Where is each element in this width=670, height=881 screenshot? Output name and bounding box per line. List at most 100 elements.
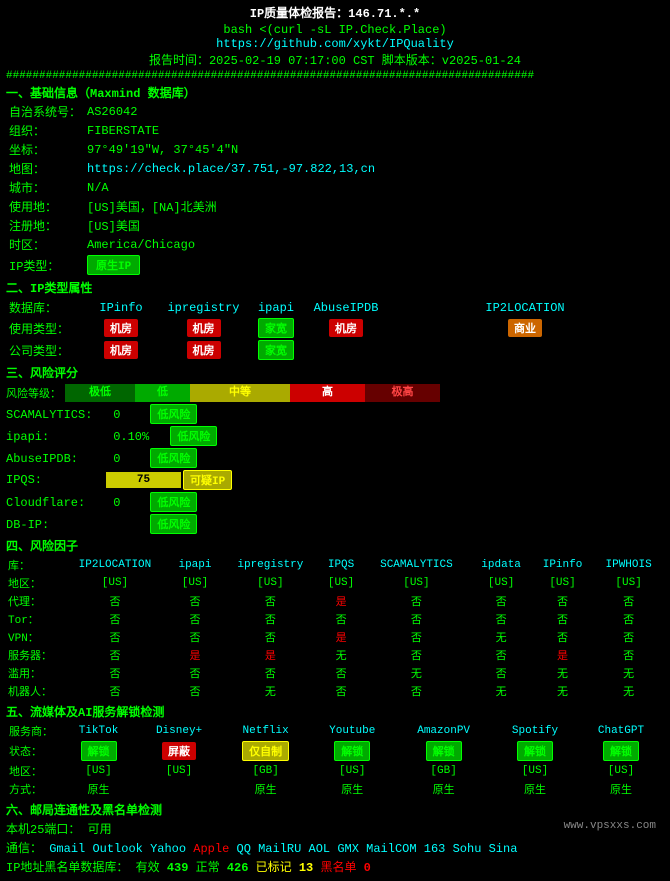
spotify-region: [US] [492,762,578,780]
section5-title: 五、流媒体及AI服务解锁检测 [6,706,164,720]
rf-ip2loc-header: IP2LOCATION [61,556,169,574]
ip2loc-usage: 商业 [386,317,664,339]
rf-scamalytics-tor: 否 [362,610,470,628]
section6-title: 六、邮局连通性及黑名单检测 [6,804,162,818]
rf-ipinfo-header: IPinfo [532,556,593,574]
rf-ipapi-header: ipapi [169,556,221,574]
risk-very-low: 极低 [65,384,135,402]
proxy-label: 代理： [6,592,61,610]
usage-row: 使用地： [US]美国，[NA]北美洲 [6,197,664,216]
outlook-link: Outlook [92,842,142,856]
server-label: 服务器： [6,646,61,664]
rf-ipinfo-proxy: 否 [532,592,593,610]
blacklist-blocked-label: 黑名单 [320,861,363,875]
coord-row: 坐标： 97°49'19"W, 37°45'4"N [6,140,664,159]
rf-ipwhois-proxy: 否 [593,592,664,610]
proxy-row: 代理： 否 否 否 是 否 否 否 否 [6,592,664,610]
ipregistry-company-badge: 机房 [187,341,221,359]
spotify-header: Spotify [492,722,578,740]
apple-link: Apple [193,842,229,856]
chatgpt-header: ChatGPT [578,722,664,740]
media-header-row: 服务商： TikTok Disney+ Netflix Youtube Amaz… [6,722,664,740]
rf-ipwhois-header: IPWHOIS [593,556,664,574]
iptype-label: IP类型： [6,254,84,276]
rf-ipinfo-abuse: 无 [532,664,593,682]
rf-ip2loc-vpn: 否 [61,628,169,646]
rf-ipregistry-server: 是 [221,646,320,664]
abuseipdb-score-badge: 低风险 [150,448,197,468]
rf-scamalytics-server: 否 [362,646,470,664]
scamalytics-score: 0 [113,408,143,422]
abuseipdb-score-label: AbuseIPDB: [6,452,106,466]
blacklist-normal-label: 正常 [196,861,227,875]
mailcom-link: MailCOM [366,842,416,856]
map-label: 地图： [6,159,84,178]
spotify-status: 解锁 [492,740,578,762]
org-value: FIBERSTATE [84,121,664,140]
blacklist-row: IP地址黑名单数据库： 有效 439 正常 426 已标记 13 黑名单 0 [6,858,664,875]
netflix-status: 仅自制 [222,740,309,762]
youtube-region: [US] [309,762,395,780]
ipinfo-usage-badge: 机房 [104,319,138,337]
cmd-text: bash <(curl -sL IP.Check.Place) [223,23,446,37]
aol-link: AOL [309,842,331,856]
media-status-row: 状态： 解锁 屏蔽 仅自制 解锁 解锁 解锁 解锁 [6,740,664,762]
abuseipdb-company [306,339,386,361]
ipapi-company: 家宽 [246,339,306,361]
db-label: 数据库： [6,298,81,317]
rf-ipwhois-bot: 无 [593,682,664,700]
rf-ip2loc-proxy: 否 [61,592,169,610]
rf-ipwhois-tor: 否 [593,610,664,628]
blacklist-valid-value: 439 [167,861,189,875]
rf-ipapi-bot: 否 [169,682,221,700]
sina-link: Sina [489,842,518,856]
rf-ip2loc-abuse: 否 [61,664,169,682]
section2-title: 二、IP类型属性 [6,282,92,296]
abuseipdb-usage: 机房 [306,317,386,339]
amazonpv-header: AmazonPV [395,722,492,740]
abuseipdb-header: AbuseIPDB [306,298,386,317]
gmail-link: Gmail [49,842,85,856]
reg-label: 注册地： [6,216,84,235]
rf-ipregistry-abuse: 否 [221,664,320,682]
rf-ip2loc-bot: 否 [61,682,169,700]
risk-very-high: 极高 [365,384,440,402]
org-label: 组织： [6,121,84,140]
rf-ipinfo-tor: 否 [532,610,593,628]
rf-scamalytics-header: SCAMALYTICS [362,556,470,574]
tz-row: 时区： America/Chicago [6,235,664,254]
youtube-method: 原生 [309,780,395,798]
rf-ipregistry-proxy: 否 [221,592,320,610]
rf-ipqs-proxy: 是 [320,592,363,610]
github-link: https://github.com/xykt/IPQuality [216,37,454,51]
blacklist-flagged-label: 已标记 [256,861,299,875]
watermark: www.vpsxxs.com [564,820,656,832]
abuseipdb-score-row: AbuseIPDB: 0 低风险 [6,448,664,468]
amazonpv-method: 原生 [395,780,492,798]
chatgpt-status: 解锁 [578,740,664,762]
rf-ipdata-region: [US] [470,574,531,592]
ipregistry-usage-badge: 机房 [187,319,221,337]
map-link[interactable]: https://check.place/37.751,-97.822,13,cn [84,159,664,178]
ip2loc-usage-badge: 商业 [508,319,542,337]
scamalytics-label: SCAMALYTICS: [6,408,106,422]
disney-status: 屏蔽 [136,740,222,762]
ipapi-usage-badge: 家宽 [258,318,294,338]
rf-ipinfo-bot: 无 [532,682,593,700]
disney-badge: 屏蔽 [162,742,196,760]
rf-ipdata-server: 否 [470,646,531,664]
yahoo-link: Yahoo [150,842,186,856]
blacklist-blocked-value: 0 [364,861,371,875]
cloudflare-score-label: Cloudflare: [6,496,106,510]
rf-ipdata-abuse: 否 [470,664,531,682]
media-method-row: 方式： 原生 原生 原生 原生 原生 原生 [6,780,664,798]
rf-ipqs-bot: 否 [320,682,363,700]
cloudflare-score-value: 0 [113,496,143,510]
report-time: 报告时间：2025-02-19 07:17:00 CST 脚本版本：v2025-… [149,54,521,68]
city-label: 城市： [6,178,84,197]
ip2loc-company [386,339,664,361]
risk-medium: 中等 [190,384,290,402]
blacklist-flagged-value: 13 [299,861,313,875]
port25-text: 本机25端口： [6,823,80,837]
hash-divider: ########################################… [6,70,664,82]
